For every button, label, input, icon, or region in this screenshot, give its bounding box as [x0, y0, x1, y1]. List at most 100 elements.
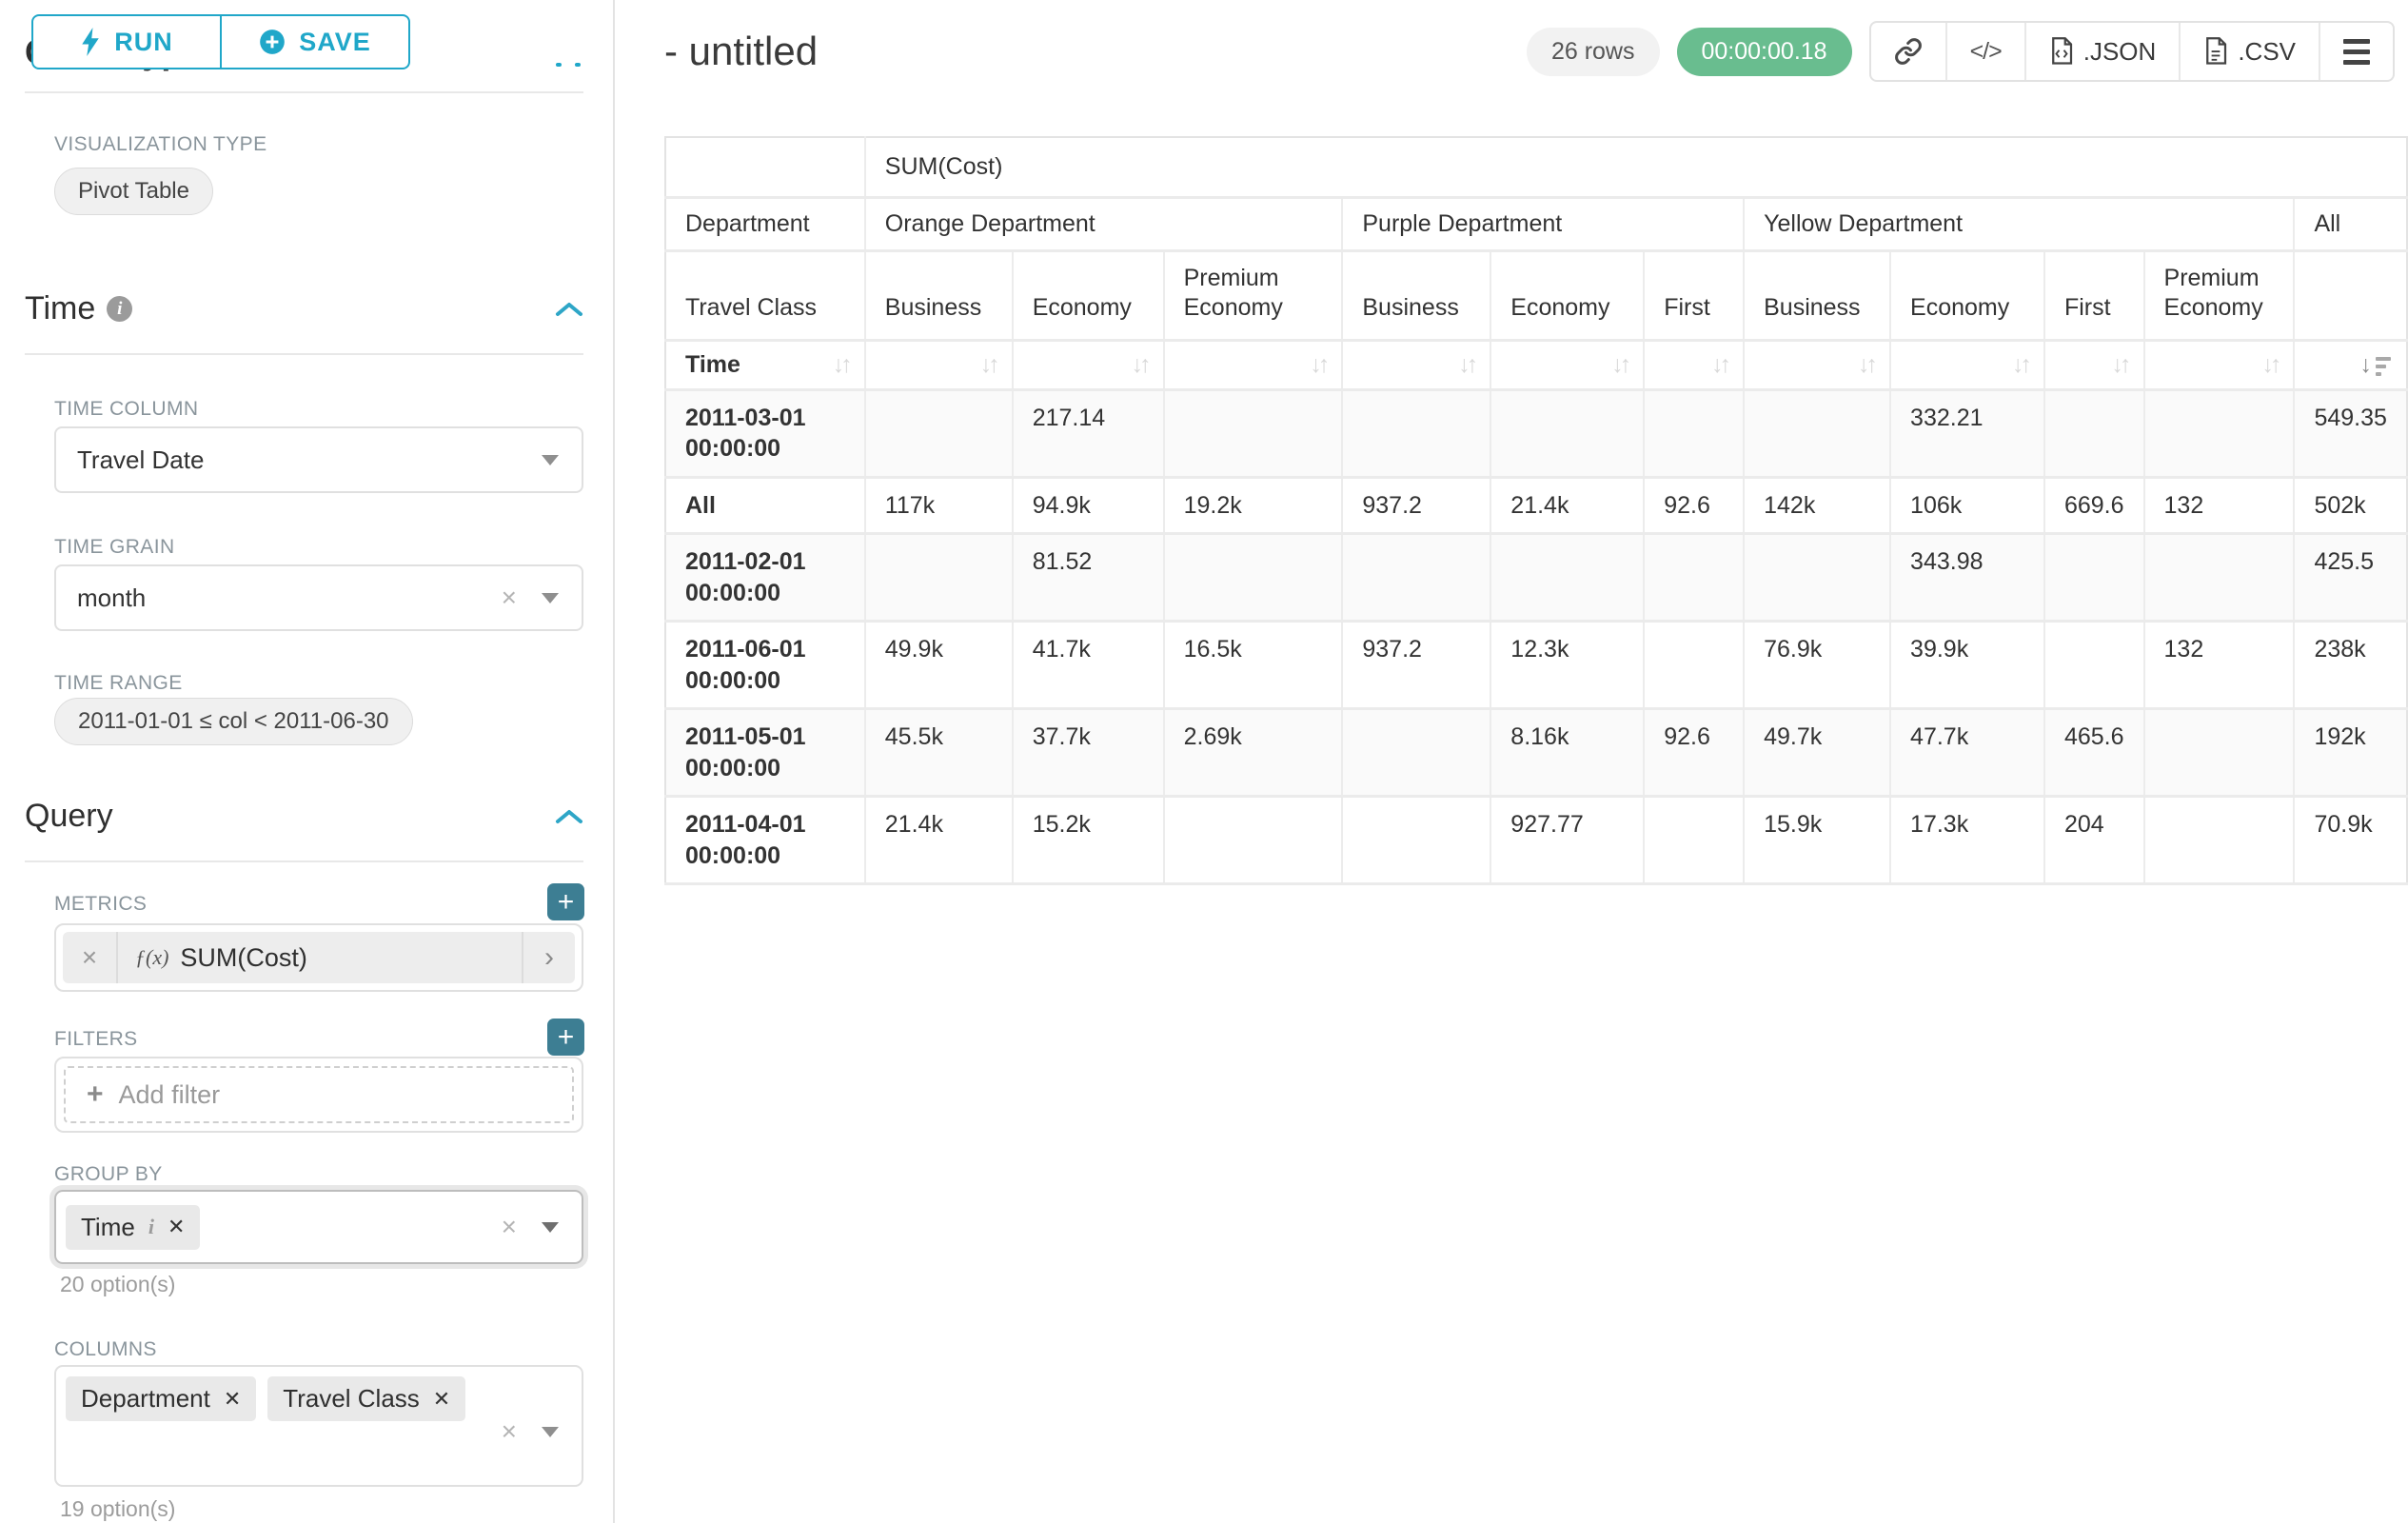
- chevron-down-icon: [542, 1222, 559, 1233]
- table-row: 2011-03-01 00:00:00217.14332.21549.35: [665, 389, 2407, 477]
- superset-explore: Chart Type RUN SAVE VISUALIZATION TYPE P…: [0, 0, 2408, 1523]
- info-icon: i: [148, 1215, 154, 1239]
- chevron-right-icon[interactable]: ›: [522, 932, 575, 983]
- sort-descending-icon[interactable]: ↓: [2360, 353, 2392, 377]
- time-range-pill[interactable]: 2011-01-01 ≤ col < 2011-06-30: [54, 698, 413, 745]
- chart-title[interactable]: - untitled: [664, 29, 818, 74]
- travel-class-header: Business: [1342, 251, 1490, 341]
- pivot-value-cell: [1490, 534, 1644, 622]
- query-section-header: Query: [25, 798, 583, 835]
- pivot-value-cell: 937.2: [1342, 477, 1490, 534]
- collapse-chevron-icon[interactable]: [555, 301, 583, 318]
- chevron-down-icon: [542, 593, 559, 603]
- remove-metric-icon[interactable]: ×: [63, 932, 118, 983]
- pivot-value-cell: [2044, 534, 2144, 622]
- add-filter-button[interactable]: + Add filter: [64, 1066, 574, 1123]
- pivot-value-cell: 45.5k: [865, 709, 1013, 797]
- department-group-header: Purple Department: [1342, 198, 1744, 251]
- sort-icon[interactable]: ↓↑: [1310, 351, 1326, 379]
- dimension-tag[interactable]: Travel Class✕: [267, 1376, 465, 1421]
- save-button[interactable]: SAVE: [221, 14, 410, 69]
- export-json-button[interactable]: .JSON: [2026, 23, 2181, 80]
- divider: [25, 860, 583, 862]
- add-filter-label: Add filter: [119, 1080, 221, 1110]
- add-metric-button[interactable]: +: [547, 883, 584, 920]
- row-dimension-label: Time: [685, 351, 740, 379]
- travel-class-header: Premium Economy: [2144, 251, 2295, 341]
- share-link-button[interactable]: [1871, 23, 1947, 80]
- time-column-select[interactable]: Travel Date: [54, 426, 583, 493]
- sort-icon[interactable]: ↓↑: [1458, 351, 1474, 379]
- pivot-value-cell: [1644, 622, 1744, 709]
- export-json-label: .JSON: [2083, 37, 2157, 67]
- clear-icon[interactable]: ×: [502, 1212, 517, 1242]
- columns-select[interactable]: Department✕Travel Class✕ ×: [54, 1365, 583, 1487]
- collapse-chevron-icon[interactable]: [555, 808, 583, 825]
- viz-type-pill[interactable]: Pivot Table: [54, 168, 213, 215]
- pivot-value-cell: 502k: [2294, 477, 2407, 534]
- sort-icon[interactable]: ↓↑: [833, 351, 849, 379]
- dimension-tag[interactable]: Timei✕: [66, 1205, 200, 1250]
- pivot-value-cell: 132: [2144, 477, 2295, 534]
- dimension-tag[interactable]: Department ✕: [66, 1376, 256, 1421]
- pivot-value-cell: 549.35: [2294, 389, 2407, 477]
- sort-icon[interactable]: ↓↑: [1132, 351, 1148, 379]
- pivot-value-cell: 343.98: [1890, 534, 2044, 622]
- pivot-value-cell: [1644, 797, 1744, 884]
- pivot-value-cell: 927.77: [1490, 797, 1644, 884]
- pivot-value-cell: 39.9k: [1890, 622, 2044, 709]
- sort-icon[interactable]: ↓↑: [2261, 351, 2278, 379]
- export-csv-button[interactable]: .CSV: [2181, 23, 2320, 80]
- pivot-value-cell: [2144, 389, 2295, 477]
- pivot-value-cell: [1342, 797, 1490, 884]
- clear-icon[interactable]: ×: [502, 583, 517, 613]
- panel-drag-handle[interactable]: [556, 63, 581, 67]
- run-button[interactable]: RUN: [31, 14, 221, 69]
- sort-icon[interactable]: ↓↑: [1858, 351, 1874, 379]
- clear-icon[interactable]: ×: [502, 1416, 517, 1447]
- sort-icon[interactable]: ↓↑: [2112, 351, 2128, 379]
- pivot-value-cell: 937.2: [1342, 622, 1490, 709]
- pivot-value-cell: [865, 389, 1013, 477]
- travel-class-corner-label: Travel Class: [665, 251, 865, 341]
- pivot-value-cell: [1342, 389, 1490, 477]
- remove-tag-icon[interactable]: ✕: [224, 1387, 241, 1412]
- chevron-down-icon: [542, 1427, 559, 1437]
- sort-header-cell: ↓↑: [1644, 340, 1744, 389]
- time-grain-select[interactable]: month ×: [54, 564, 583, 631]
- department-group-header: Orange Department: [865, 198, 1343, 251]
- sort-icon[interactable]: ↓↑: [1611, 351, 1628, 379]
- group-by-select[interactable]: Timei✕ ×: [54, 1190, 583, 1264]
- travel-class-header: First: [2044, 251, 2144, 341]
- query-section-title: Query: [25, 798, 113, 835]
- pivot-table-container: SUM(Cost)DepartmentOrange DepartmentPurp…: [664, 136, 2408, 885]
- remove-tag-icon[interactable]: ✕: [168, 1215, 185, 1239]
- row-label: 2011-04-01 00:00:00: [665, 797, 865, 884]
- view-query-button[interactable]: </>: [1947, 23, 2026, 80]
- pivot-value-cell: [1490, 389, 1644, 477]
- sort-icon[interactable]: ↓↑: [1711, 351, 1727, 379]
- pivot-value-cell: 17.3k: [1890, 797, 2044, 884]
- sort-header-cell: ↓↑: [1744, 340, 1890, 389]
- remove-tag-icon[interactable]: ✕: [433, 1387, 450, 1412]
- sort-header-cell: ↓↑: [1164, 340, 1343, 389]
- info-icon: i: [107, 296, 132, 322]
- run-button-label: RUN: [114, 28, 173, 57]
- menu-button[interactable]: [2320, 23, 2393, 80]
- sort-icon[interactable]: ↓↑: [980, 351, 997, 379]
- pivot-value-cell: [1164, 797, 1343, 884]
- sort-header-cell: ↓↑: [1342, 340, 1490, 389]
- sort-icon[interactable]: ↓↑: [2012, 351, 2028, 379]
- add-filter-plus-button[interactable]: +: [547, 1019, 584, 1056]
- pivot-value-cell: 70.9k: [2294, 797, 2407, 884]
- tag-label: Department: [81, 1384, 210, 1414]
- sort-header-cell: ↓↑: [2044, 340, 2144, 389]
- metric-pill[interactable]: × ƒ(x) SUM(Cost) ›: [63, 932, 575, 983]
- link-icon: [1894, 37, 1923, 66]
- travel-class-header: Business: [1744, 251, 1890, 341]
- pivot-value-cell: 238k: [2294, 622, 2407, 709]
- hamburger-icon: [2343, 39, 2370, 65]
- time-column-label: TIME COLUMN: [54, 398, 198, 421]
- row-label: 2011-02-01 00:00:00: [665, 534, 865, 622]
- pivot-value-cell: 47.7k: [1890, 709, 2044, 797]
